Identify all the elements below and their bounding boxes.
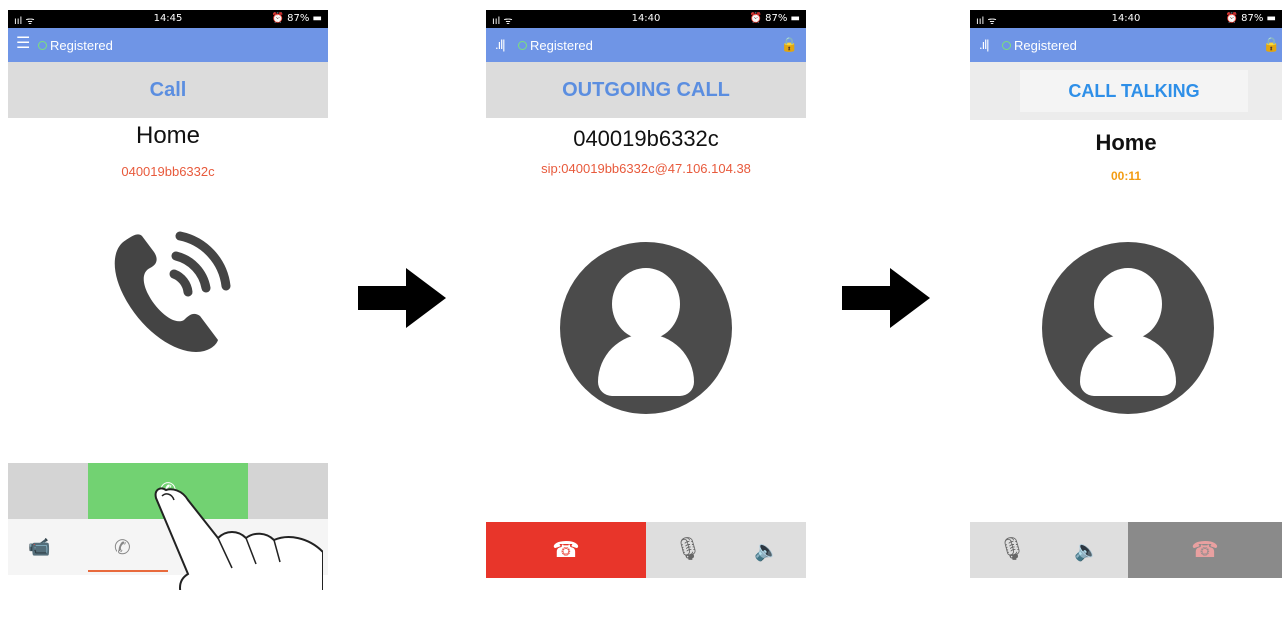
registered-dot-icon: [518, 41, 527, 50]
registration-bar: .ıl| Registered 🔒: [970, 28, 1282, 62]
avatar: [560, 242, 732, 414]
hangup-button[interactable]: ☎: [486, 522, 646, 578]
avatar-body: [1080, 334, 1176, 396]
avatar: [1042, 242, 1214, 414]
hangup-icon: ☎: [552, 537, 580, 562]
registration-status: Registered: [1014, 38, 1077, 53]
pointing-hand-icon: [154, 487, 323, 590]
status-bar: ııl ᯤ 14:45 ⏰ 87% ▬: [8, 10, 328, 28]
avatar-head: [1094, 268, 1162, 340]
signal-bars-icon: .ıl|: [979, 37, 989, 52]
call-controls: 🎙 🔈: [646, 522, 806, 578]
mic-mute-icon[interactable]: 🎙: [674, 536, 702, 562]
mic-mute-icon[interactable]: 🎙: [998, 536, 1026, 562]
registration-bar: ☰ Registered: [8, 28, 328, 62]
lock-icon[interactable]: 🔒: [1263, 36, 1280, 53]
registration-status: Registered: [530, 38, 593, 53]
right-arrow-icon: [358, 268, 446, 328]
phone-tab-icon[interactable]: ✆: [114, 535, 131, 560]
sip-address: sip:040019bb6332c@47.106.104.38: [541, 161, 751, 176]
contact-name: 040019b6332c: [573, 126, 719, 151]
registration-status: Registered: [50, 38, 113, 53]
lock-icon[interactable]: 🔒: [781, 36, 798, 53]
avatar-body: [598, 334, 694, 396]
contact-id: 040019bb6332c: [121, 164, 215, 179]
hangup-button[interactable]: ☎: [1128, 522, 1282, 578]
call-controls: 🎙 🔈: [970, 522, 1128, 578]
avatar-head: [612, 268, 680, 340]
contact-name: Home: [1095, 130, 1157, 155]
hangup-icon: ☎: [1191, 537, 1219, 562]
call-bar-left: [8, 463, 88, 519]
right-arrow-icon: [842, 268, 930, 328]
signal-bars-icon: .ıl|: [495, 37, 505, 52]
battery-icon: ⏰ 87% ▬: [271, 13, 322, 24]
battery-icon: ⏰ 87% ▬: [749, 13, 800, 24]
speaker-icon[interactable]: 🔈: [1074, 538, 1099, 563]
battery-icon: ⏰ 87% ▬: [1225, 13, 1276, 24]
screen-call: ııl ᯤ 14:45 ⏰ 87% ▬ ☰ Registered Call Ho…: [8, 10, 328, 590]
registration-bar: .ıl| Registered 🔒: [486, 28, 806, 62]
status-bar: ııl ᯤ 14:40 ⏰ 87% ▬: [486, 10, 806, 28]
title-bar: CALL TALKING: [970, 62, 1282, 120]
camera-icon[interactable]: 📹: [28, 537, 50, 558]
screen-outgoing-call: ııl ᯤ 14:40 ⏰ 87% ▬ .ıl| Registered 🔒 OU…: [486, 10, 806, 590]
registered-dot-icon: [1002, 41, 1011, 50]
menu-icon[interactable]: ☰: [16, 36, 30, 52]
page-title: Call: [8, 62, 328, 118]
status-bar: ııl ᯤ 14:40 ⏰ 87% ▬: [970, 10, 1282, 28]
phone-ringing-icon: [114, 231, 231, 352]
page-title: OUTGOING CALL: [486, 62, 806, 118]
page-title: CALL TALKING: [1020, 70, 1248, 112]
call-timer: 00:11: [1110, 169, 1142, 183]
speaker-icon[interactable]: 🔈: [754, 538, 779, 563]
registered-dot-icon: [38, 41, 47, 50]
contact-name: Home: [135, 122, 201, 149]
screen-call-talking: ııl ᯤ 14:40 ⏰ 87% ▬ .ıl| Registered 🔒 CA…: [970, 10, 1282, 590]
